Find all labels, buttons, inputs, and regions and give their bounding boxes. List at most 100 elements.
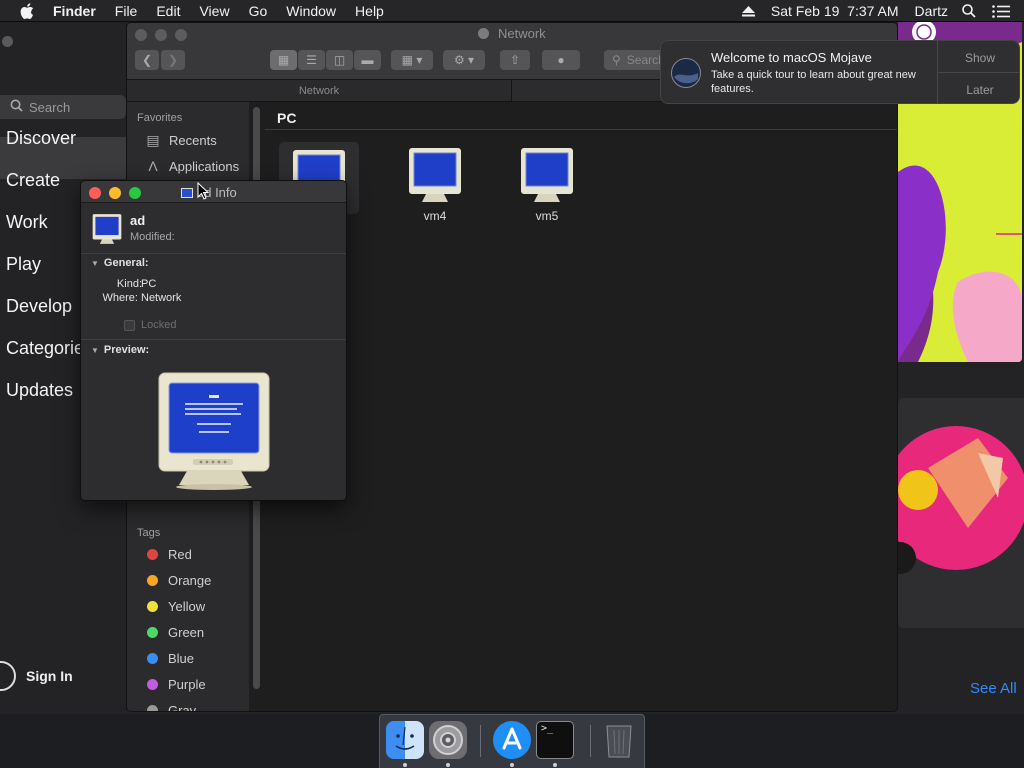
notification-body: Take a quick tour to learn about great n…: [711, 69, 916, 95]
file-item-vm5[interactable]: vm5: [507, 146, 587, 223]
nav-item-work[interactable]: Work: [6, 212, 48, 233]
sidebar-tag-blue[interactable]: Blue: [147, 651, 194, 666]
grid-icon: ▦: [277, 53, 290, 67]
list-view-button[interactable]: ☰: [298, 50, 325, 70]
preview-section-toggle[interactable]: ▼ Preview:: [91, 344, 149, 356]
search-placeholder: Search: [29, 99, 71, 115]
where-label: Where:: [102, 292, 138, 304]
finder-search-field[interactable]: ⚲ Search: [604, 50, 665, 70]
preview-heading: Preview:: [103, 344, 150, 356]
eject-icon[interactable]: [741, 5, 755, 17]
app-store-icon[interactable]: [493, 721, 531, 759]
sidebar-item-recents[interactable]: ▤ Recents: [145, 132, 216, 149]
file-name: vm4: [423, 209, 447, 223]
sidebar-tag-yellow[interactable]: Yellow: [147, 599, 205, 614]
pc-monitor-icon: [91, 213, 123, 250]
notification-banner[interactable]: Welcome to macOS Mojave Take a quick tou…: [660, 40, 1020, 104]
tab-network[interactable]: Network: [127, 80, 512, 101]
terminal-icon[interactable]: >_: [536, 721, 574, 759]
finder-content: PC vm4 vm5: [265, 102, 897, 711]
general-heading: General:: [103, 257, 149, 269]
window-close-button[interactable]: [2, 36, 13, 47]
applications-icon: Λ: [148, 158, 158, 174]
menu-window[interactable]: Window: [286, 3, 336, 19]
nav-item-updates[interactable]: Updates: [6, 380, 73, 401]
notification-later-button[interactable]: Later: [938, 73, 1019, 103]
notification-show-button[interactable]: Show: [938, 41, 1019, 73]
finder-icon[interactable]: [386, 721, 424, 759]
sign-in-button[interactable]: Sign In: [0, 660, 73, 692]
sidebar-tag-purple[interactable]: Purple: [147, 677, 206, 692]
trash-icon[interactable]: [602, 721, 636, 759]
notification-center-icon[interactable]: [992, 4, 1010, 18]
back-button[interactable]: ❮: [135, 50, 159, 70]
sidebar-tag-orange[interactable]: Orange: [147, 573, 211, 588]
disclosure-triangle-icon: ▼: [91, 345, 99, 355]
gallery-view-button[interactable]: ▬: [354, 50, 381, 70]
running-indicator: [403, 763, 407, 767]
tags-heading: Tags: [137, 527, 161, 539]
red-tag-dot: [147, 549, 158, 560]
info-modified-label: Modified:: [130, 231, 175, 243]
sidebar-item-applications[interactable]: Λ Applications: [145, 158, 239, 174]
tags-button[interactable]: ●: [542, 50, 580, 70]
share-icon: ⇧: [509, 53, 521, 67]
chevron-left-icon: ❮: [141, 53, 153, 67]
where-value: Network: [141, 292, 182, 304]
action-button[interactable]: ⚙ ▾: [443, 50, 485, 70]
featured-artwork-bottom[interactable]: [898, 398, 1024, 628]
favorites-heading: Favorites: [137, 112, 183, 124]
group-by-button[interactable]: ▦ ▾: [391, 50, 433, 70]
checkbox-box: [124, 319, 135, 331]
sidebar-tag-gray[interactable]: Gray: [147, 703, 196, 711]
menu-bar: Finder File Edit View Go Window Help Sat…: [0, 0, 1024, 22]
forward-button[interactable]: ❯: [161, 50, 185, 70]
tag-label: Green: [168, 625, 205, 640]
finder-title: Network: [127, 26, 897, 41]
menu-clock[interactable]: Sat Feb 19 7:37 AM: [771, 3, 899, 19]
menu-user[interactable]: Dartz: [915, 3, 948, 19]
menu-view[interactable]: View: [199, 3, 229, 19]
columns-icon: ◫: [333, 53, 346, 67]
icon-view-button[interactable]: ▦: [270, 50, 297, 70]
tag-label: Orange: [168, 573, 212, 588]
app-store-search-field[interactable]: Search: [0, 95, 126, 119]
gray-tag-dot: [147, 705, 158, 711]
nav-item-play[interactable]: Play: [6, 254, 41, 275]
nav-item-develop[interactable]: Develop: [6, 296, 72, 317]
menu-go[interactable]: Go: [249, 3, 268, 19]
nav-item-create[interactable]: Create: [6, 170, 60, 191]
share-button[interactable]: ⇧: [500, 50, 530, 70]
apple-icon[interactable]: [20, 2, 34, 19]
zoom-button[interactable]: [129, 187, 141, 199]
macos-mojave-icon: [671, 58, 701, 88]
column-view-button[interactable]: ◫: [326, 50, 353, 70]
close-button[interactable]: [89, 187, 101, 199]
kind-value: PC: [141, 278, 157, 290]
general-section-toggle[interactable]: ▼ General:: [91, 257, 149, 269]
tab-label: Network: [298, 85, 340, 97]
menu-edit[interactable]: Edit: [156, 3, 180, 19]
see-all-link[interactable]: See All: [970, 680, 1017, 697]
locked-checkbox[interactable]: Locked: [124, 319, 176, 331]
info-title-bar[interactable]: ad Info: [81, 181, 346, 203]
sidebar-tag-green[interactable]: Green: [147, 625, 204, 640]
pc-monitor-icon: [405, 146, 465, 209]
minimize-button[interactable]: [109, 187, 121, 199]
running-indicator: [446, 763, 450, 767]
sidebar-tag-red[interactable]: Red: [147, 547, 192, 562]
file-item-vm4[interactable]: vm4: [395, 146, 475, 223]
search-icon: ⚲: [612, 53, 621, 67]
menu-file[interactable]: File: [115, 3, 138, 19]
menu-help[interactable]: Help: [355, 3, 384, 19]
locked-label: Locked: [141, 319, 177, 331]
menu-app-name[interactable]: Finder: [53, 3, 96, 19]
account-icon: [0, 661, 16, 691]
system-preferences-icon[interactable]: [429, 721, 467, 759]
spotlight-search-icon[interactable]: [962, 4, 976, 18]
tag-icon: ●: [557, 53, 565, 67]
purple-tag-dot: [147, 679, 158, 690]
dock-separator: [590, 725, 591, 757]
file-name: vm5: [535, 209, 559, 223]
nav-item-discover[interactable]: Discover: [6, 128, 76, 149]
